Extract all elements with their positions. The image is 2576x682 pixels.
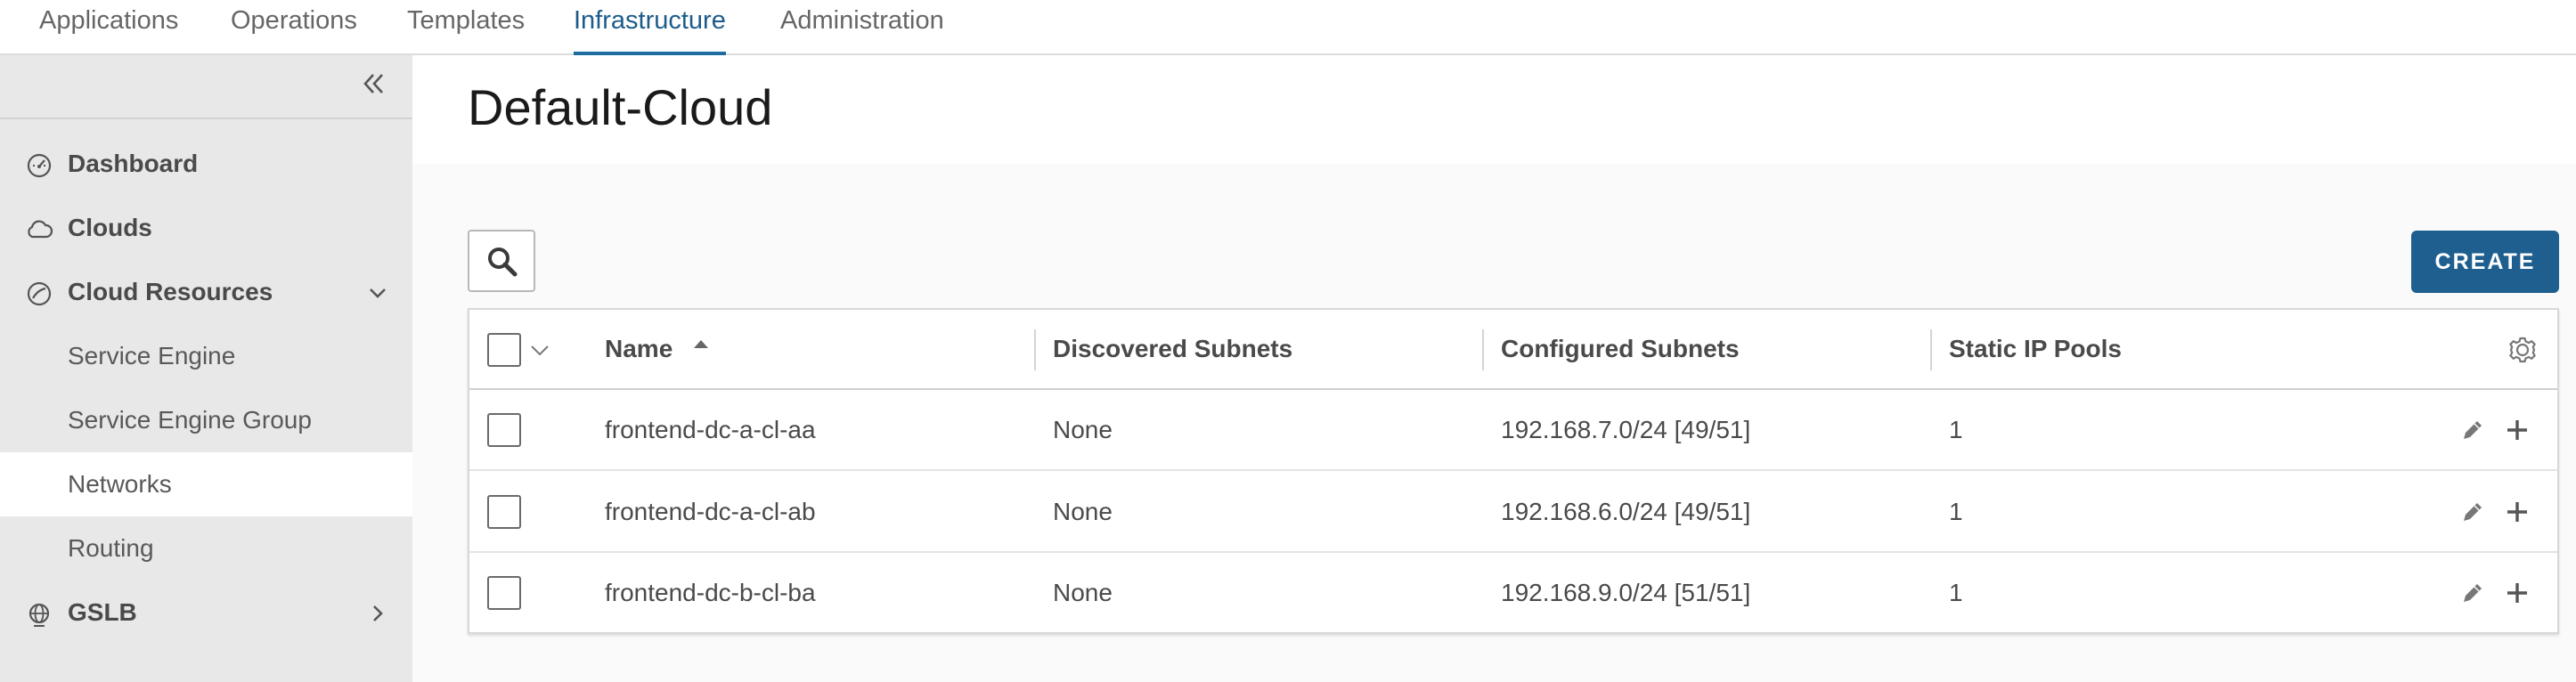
top-navigation: Applications Operations Templates Infras… (0, 0, 2576, 57)
grid-area: CREATE Name Discovered Subnets Configure… (412, 164, 2576, 682)
column-separator[interactable] (1930, 329, 1932, 370)
tab-operations[interactable]: Operations (231, 0, 357, 55)
select-all-checkbox[interactable] (487, 333, 521, 367)
search-button[interactable] (468, 230, 535, 292)
chevron-right-icon (363, 598, 393, 629)
pencil-icon[interactable] (2458, 578, 2488, 608)
sidebar-item-label: Routing (68, 534, 154, 562)
cell-configured-subnets: 192.168.7.0/24 [49/51] (1501, 416, 1751, 443)
cell-static-ip-pools: 1 (1949, 498, 1963, 525)
sidebar-item-networks[interactable]: Networks (0, 452, 412, 516)
table-row: frontend-dc-a-cl-aa None 192.168.7.0/24 … (469, 390, 2557, 471)
chevron-down-icon[interactable] (526, 337, 553, 363)
dashboard-icon (25, 151, 53, 180)
globe-icon (25, 600, 53, 629)
tab-administration[interactable]: Administration (780, 0, 944, 55)
sidebar-item-label: Cloud Resources (68, 278, 273, 305)
gear-icon[interactable] (2506, 333, 2539, 367)
table-row: frontend-dc-b-cl-ba None 192.168.9.0/24 … (469, 553, 2557, 634)
row-checkbox[interactable] (487, 495, 521, 529)
sidebar-item-dashboard[interactable]: Dashboard (0, 132, 412, 196)
plus-icon[interactable] (2502, 415, 2532, 445)
cell-discovered-subnets: None (1053, 498, 1113, 525)
search-icon (485, 245, 519, 279)
cloud-icon (25, 215, 53, 244)
cell-static-ip-pools: 1 (1949, 416, 1963, 443)
row-checkbox[interactable] (487, 576, 521, 610)
datagrid-header: Name Discovered Subnets Configured Subne… (469, 310, 2557, 390)
table-row: frontend-dc-a-cl-ab None 192.168.6.0/24 … (469, 472, 2557, 553)
cell-configured-subnets: 192.168.9.0/24 [51/51] (1501, 579, 1751, 606)
sidebar-item-routing[interactable]: Routing (0, 516, 412, 581)
plus-icon[interactable] (2502, 497, 2532, 527)
column-separator[interactable] (1034, 329, 1036, 370)
cell-name: frontend-dc-a-cl-aa (605, 416, 816, 443)
sidebar-item-service-engine[interactable]: Service Engine (0, 324, 412, 388)
row-checkbox[interactable] (487, 413, 521, 447)
cell-discovered-subnets: None (1053, 416, 1113, 443)
sidebar-item-label: Service Engine Group (68, 406, 312, 434)
create-button[interactable]: CREATE (2411, 231, 2559, 293)
sidebar-item-label: Dashboard (68, 150, 199, 177)
column-header-configured-subnets[interactable]: Configured Subnets (1501, 310, 1740, 388)
tab-templates[interactable]: Templates (407, 0, 525, 55)
pencil-icon[interactable] (2458, 415, 2488, 445)
column-header-name[interactable]: Name (605, 310, 673, 388)
sort-ascending-icon[interactable] (690, 335, 712, 356)
networks-datagrid: Name Discovered Subnets Configured Subne… (468, 308, 2559, 634)
sidebar: Dashboard Clouds Cloud Resources Service… (0, 55, 412, 682)
pencil-icon[interactable] (2458, 497, 2488, 527)
double-chevron-left-icon[interactable] (354, 64, 393, 103)
page-title: Default-Cloud (468, 79, 773, 135)
cell-name: frontend-dc-b-cl-ba (605, 579, 816, 606)
sidebar-item-service-engine-group[interactable]: Service Engine Group (0, 388, 412, 452)
sidebar-item-label: GSLB (68, 598, 137, 626)
cell-discovered-subnets: None (1053, 579, 1113, 606)
sidebar-item-label: Service Engine (68, 342, 236, 369)
sidebar-item-label: Clouds (68, 214, 152, 241)
cell-name: frontend-dc-a-cl-ab (605, 498, 816, 525)
sidebar-collapse-bar (0, 55, 412, 119)
chevron-down-icon (363, 278, 393, 308)
column-header-discovered-subnets[interactable]: Discovered Subnets (1053, 310, 1292, 388)
sidebar-item-label: Networks (68, 470, 172, 498)
cloud-resources-icon (25, 280, 53, 308)
tab-applications[interactable]: Applications (39, 0, 178, 55)
column-header-static-ip-pools[interactable]: Static IP Pools (1949, 310, 2122, 388)
cell-configured-subnets: 192.168.6.0/24 [49/51] (1501, 498, 1751, 525)
sidebar-item-cloud-resources[interactable]: Cloud Resources (0, 260, 412, 324)
cell-static-ip-pools: 1 (1949, 579, 1963, 606)
sidebar-item-clouds[interactable]: Clouds (0, 196, 412, 260)
plus-icon[interactable] (2502, 578, 2532, 608)
main-content: Default-Cloud CREATE Name Discovered Sub… (412, 55, 2576, 682)
sidebar-item-gslb[interactable]: GSLB (0, 581, 412, 645)
column-separator[interactable] (1482, 329, 1484, 370)
tab-infrastructure[interactable]: Infrastructure (574, 0, 726, 57)
